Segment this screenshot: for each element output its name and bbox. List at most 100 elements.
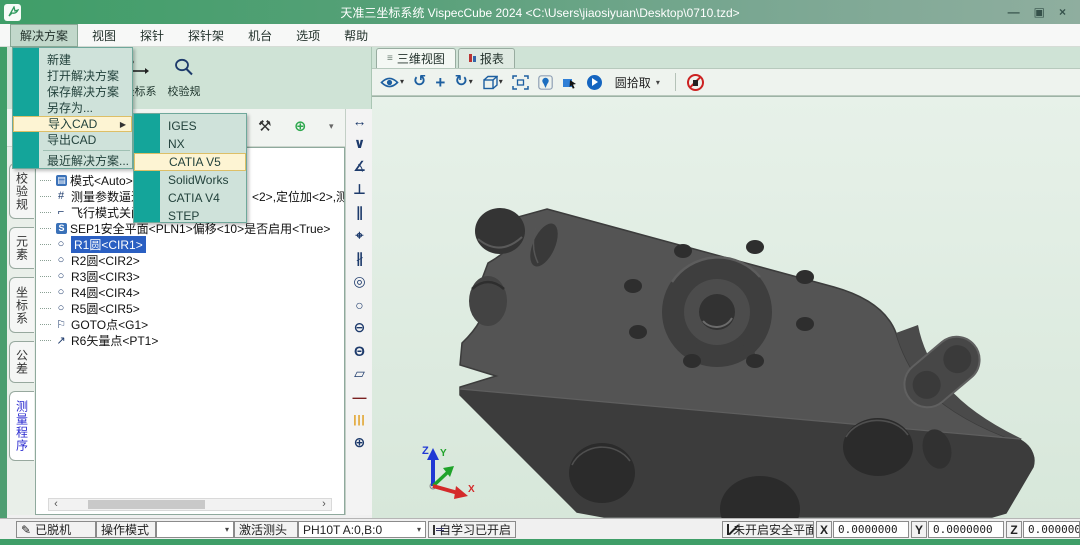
position-target-icon[interactable]: ⌖ — [346, 224, 373, 247]
submenu-item-catia-v5[interactable]: CATIA V5 — [134, 153, 246, 171]
tab-3d-view[interactable]: ≡ 三维视图 — [376, 48, 456, 68]
distance-icon[interactable]: ↔ — [346, 109, 373, 132]
menu-item-export-cad[interactable]: 导出CAD — [13, 132, 132, 148]
window-title: 天准三坐标系统 VispecCube 2024 <C:\Users\jiaosi… — [0, 4, 1080, 21]
run-button[interactable] — [587, 75, 602, 90]
tree-item-circle-r2[interactable]: ○R2圆<CIR2> — [40, 252, 342, 268]
tab-coordinate-system[interactable]: 坐标系 — [9, 277, 34, 333]
angle-between-lines-icon[interactable]: ∡ — [346, 155, 373, 178]
toolbar-overflow-icon[interactable]: ▾ — [329, 121, 334, 132]
menu-item-recent-solutions[interactable]: 最近解决方案... — [13, 153, 132, 169]
straightness-icon[interactable]: — — [346, 385, 373, 408]
runout-icon[interactable]: Θ — [346, 339, 373, 362]
restore-button[interactable]: ▣ — [1034, 5, 1045, 19]
scrollbar-thumb[interactable] — [88, 500, 205, 509]
chevron-down-icon: ▾ — [417, 525, 421, 534]
toolbar-separator — [675, 73, 676, 91]
orbit-icon: ↺ — [413, 74, 426, 90]
submenu-item-iges[interactable]: IGES — [134, 117, 246, 135]
offline-pen-icon: ✎ — [21, 523, 31, 537]
menu-item-import-cad[interactable]: 导入CAD ▶ — [13, 116, 132, 132]
safety-plane-off-icon — [727, 524, 729, 535]
check-gauge-button[interactable]: 校验规 — [162, 51, 206, 105]
tree-item-circle-r1[interactable]: ○R1圆<CIR1> — [40, 236, 342, 252]
menu-item-save-solution[interactable]: 保存解决方案 — [13, 84, 132, 100]
scroll-left-icon[interactable]: ‹ — [49, 499, 63, 510]
concentricity-icon[interactable]: ◎ — [346, 270, 373, 293]
locate-button[interactable] — [538, 75, 553, 90]
menu-view[interactable]: 视图 — [82, 24, 126, 47]
probe-disabled-icon[interactable] — [687, 74, 704, 91]
right-panel: ≡ 三维视图 报表 ▾ ↺ + ↻▾ ▾ — [372, 47, 1080, 518]
submenu-item-catia-v4[interactable]: CATIA V4 — [134, 189, 246, 207]
menu-probe-rack[interactable]: 探针架 — [178, 24, 234, 47]
y-axis-label: Y — [911, 521, 927, 538]
report-tab-icon — [469, 54, 476, 64]
window-left-edge — [0, 47, 7, 518]
tree-item-circle-r3[interactable]: ○R3圆<CIR3> — [40, 268, 342, 284]
orbit-button[interactable]: ↺ — [413, 74, 426, 90]
menu-item-open-solution[interactable]: 打开解决方案 — [13, 68, 132, 84]
visibility-button[interactable]: ▾ — [380, 76, 404, 89]
tab-elements[interactable]: 元素 — [9, 227, 34, 269]
viewport-3d[interactable]: Z Y X — [372, 96, 1080, 518]
tree-item-vector-point[interactable]: ↗R6矢量点<PT1> — [40, 332, 342, 348]
probe-target-icon[interactable]: ⊕ — [294, 117, 307, 135]
cylindricity-icon[interactable]: ||| — [346, 408, 373, 431]
submenu-item-solidworks[interactable]: SolidWorks — [134, 171, 246, 189]
cube-view-button[interactable]: ▾ — [482, 75, 503, 90]
roundness-icon[interactable]: ○ — [346, 293, 373, 316]
fit-view-button[interactable] — [512, 75, 529, 90]
safety-plane-status: 未开启安全平面 — [722, 521, 814, 538]
angularity-icon[interactable]: ∦ — [346, 247, 373, 270]
axes-triad: Z Y X — [410, 442, 480, 504]
menu-item-save-as[interactable]: 另存为... — [13, 100, 132, 116]
rotate-view-button[interactable]: ↻▾ — [454, 74, 472, 90]
y-coordinate-value: 0.0000000 — [928, 521, 1004, 538]
tree-item-circle-r5[interactable]: ○R5圆<CIR5> — [40, 300, 342, 316]
box-select-button[interactable] — [562, 76, 578, 89]
z-axis-label: Z — [1006, 521, 1022, 538]
cube-icon — [482, 75, 498, 90]
check-gauge-label: 校验规 — [168, 83, 201, 99]
minimize-button[interactable]: — — [1008, 5, 1020, 19]
perpendicularity-icon[interactable]: ⊥ — [346, 178, 373, 201]
pan-button[interactable]: + — [435, 74, 445, 91]
chevron-down-icon: ▾ — [469, 78, 473, 86]
scroll-right-icon[interactable]: › — [317, 499, 331, 510]
tab-measure-program[interactable]: 测量程序 — [9, 391, 34, 461]
mode-icon: ▤ — [56, 175, 67, 186]
menu-solution[interactable]: 解决方案 — [10, 24, 78, 47]
eye-icon — [380, 76, 399, 89]
tab-check-gauge[interactable]: 校验规 — [9, 163, 34, 219]
close-button[interactable]: × — [1059, 5, 1066, 19]
hammer-tool-icon[interactable]: ⚒ — [258, 117, 271, 135]
flatness-icon[interactable]: ▱ — [346, 362, 373, 385]
menu-options[interactable]: 选项 — [286, 24, 330, 47]
self-learning-status: 自学习已开启 — [428, 521, 516, 538]
chevron-down-icon: ▾ — [225, 525, 229, 534]
chevron-down-icon: ▾ — [656, 78, 660, 87]
tree-item-goto-point[interactable]: ⚐GOTO点<G1> — [40, 316, 342, 332]
symmetry-icon[interactable]: ⊖ — [346, 316, 373, 339]
tree-item-circle-r4[interactable]: ○R4圆<CIR4> — [40, 284, 342, 300]
angle-icon[interactable]: ∨ — [346, 132, 373, 155]
submenu-item-step[interactable]: STEP — [134, 207, 246, 225]
menu-item-new[interactable]: 新建 — [13, 52, 132, 68]
submenu-item-nx[interactable]: NX — [134, 135, 246, 153]
window-bottom-edge — [0, 539, 1080, 545]
active-probe-dropdown[interactable]: PH10T A:0,B:0▾ — [298, 521, 426, 538]
menu-machine[interactable]: 机台 — [238, 24, 282, 47]
menu-probe[interactable]: 探针 — [130, 24, 174, 47]
menu-bar: 解决方案 视图 探针 探针架 机台 选项 帮助 — [0, 24, 1080, 47]
menu-help[interactable]: 帮助 — [334, 24, 378, 47]
parallelism-icon[interactable]: ∥ — [346, 201, 373, 224]
true-position-icon[interactable]: ⊕ — [346, 431, 373, 454]
circle-pick-dropdown[interactable]: 圆拾取 ▾ — [611, 72, 664, 93]
circle-icon: ○ — [54, 270, 68, 282]
tab-tolerance[interactable]: 公差 — [9, 341, 34, 383]
operation-mode-dropdown[interactable]: ▾ — [156, 521, 234, 538]
circle-icon: ○ — [54, 254, 68, 266]
tree-horizontal-scrollbar[interactable]: ‹ › — [48, 498, 332, 511]
tab-report[interactable]: 报表 — [458, 48, 515, 68]
